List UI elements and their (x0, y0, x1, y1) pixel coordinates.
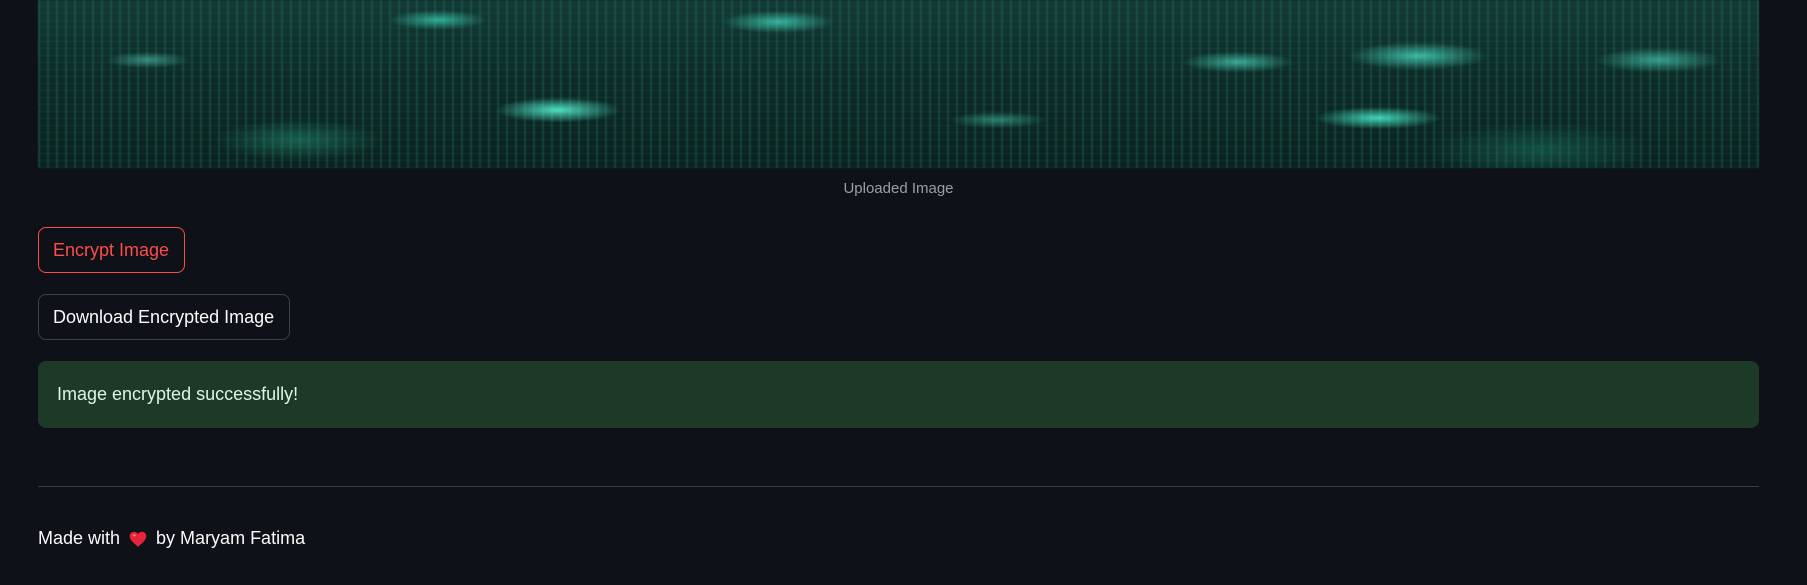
download-encrypted-image-button[interactable]: Download Encrypted Image (38, 294, 290, 340)
encrypt-image-button[interactable]: Encrypt Image (38, 227, 185, 273)
uploaded-image (38, 0, 1759, 168)
divider (38, 486, 1759, 487)
success-alert: Image encrypted successfully! (38, 361, 1759, 428)
image-caption: Uploaded Image (843, 180, 954, 197)
success-alert-message: Image encrypted successfully! (57, 384, 299, 404)
footer-suffix: by Maryam Fatima (156, 528, 306, 548)
heart-icon (129, 531, 147, 547)
footer: Made with by Maryam Fatima (38, 528, 305, 549)
footer-prefix: Made with (38, 528, 121, 548)
main-content: Uploaded Image Encrypt Image Download En… (0, 0, 1807, 585)
